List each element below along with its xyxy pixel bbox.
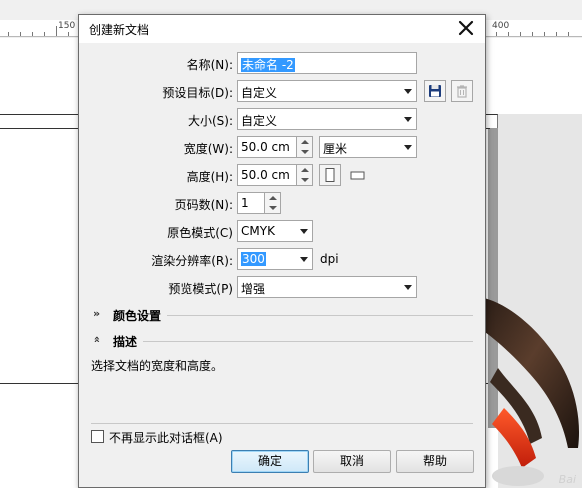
pages-spinner[interactable] (264, 192, 281, 214)
color-mode-label: 原色模式(C) (167, 226, 233, 240)
row-preset: 预设目标(D): 自定义 (79, 80, 485, 102)
pages-label: 页码数(N): (174, 198, 233, 212)
section-divider (167, 315, 473, 316)
chevron-down-icon (404, 89, 412, 94)
watermark-text: Bai (558, 473, 576, 486)
chevron-down-icon (404, 285, 412, 290)
ok-button[interactable]: 确定 (231, 450, 309, 473)
landscape-button[interactable] (347, 164, 369, 186)
height-label: 高度(H): (186, 170, 233, 184)
width-input[interactable]: 50.0 cm (237, 136, 297, 158)
name-label: 名称(N): (186, 58, 233, 72)
expand-chevron-icon: » (93, 307, 101, 320)
portrait-button[interactable] (319, 164, 341, 186)
preset-dropdown[interactable]: 自定义 (237, 80, 417, 102)
width-label: 宽度(W): (183, 142, 233, 156)
row-preview-mode: 预览模式(P) 增强 (79, 276, 485, 298)
delete-preset-button[interactable] (451, 80, 473, 102)
height-spinner[interactable] (296, 164, 313, 186)
collapse-chevron-icon: » (90, 335, 104, 344)
resolution-label: 渲染分辨率(R): (151, 254, 233, 268)
chevron-down-icon (300, 229, 308, 234)
row-color-mode: 原色模式(C) CMYK (79, 220, 485, 242)
description-text: 选择文档的宽度和高度。 (91, 359, 224, 373)
name-input[interactable]: 未命名 -2 (237, 52, 417, 74)
row-resolution: 渲染分辨率(R): 300 dpi (79, 248, 485, 270)
bottom-divider (91, 423, 473, 424)
size-value: 自定义 (241, 114, 278, 128)
preset-label: 预设目标(D): (162, 86, 233, 100)
save-preset-button[interactable] (424, 80, 446, 102)
size-dropdown[interactable]: 自定义 (237, 108, 417, 130)
close-icon (458, 20, 474, 36)
spin-up-icon (301, 140, 309, 144)
hairdryer-image (482, 298, 580, 486)
width-spinner[interactable] (296, 136, 313, 158)
color-settings-title: 颜色设置 (113, 309, 162, 323)
spin-up-icon (269, 196, 277, 200)
landscape-page-icon (350, 171, 365, 180)
unit-value: 厘米 (323, 142, 348, 156)
dont-show-checkbox[interactable] (91, 430, 104, 443)
dialog-title: 创建新文档 (89, 23, 150, 37)
ruler-label-400: 400 (492, 21, 510, 31)
chevron-down-icon (300, 257, 308, 262)
dont-show-label: 不再显示此对话框(A) (109, 431, 223, 445)
preview-mode-label: 预览模式(P) (168, 282, 233, 296)
pages-value: 1 (241, 196, 249, 210)
chevron-down-icon (404, 117, 412, 122)
pages-input[interactable]: 1 (237, 192, 265, 214)
preview-mode-dropdown[interactable]: 增强 (237, 276, 417, 298)
width-value: 50.0 cm (241, 140, 290, 154)
preset-value: 自定义 (241, 86, 278, 100)
ruler-label-150: 150 (58, 21, 76, 31)
resolution-unit: dpi (320, 252, 339, 266)
cancel-button[interactable]: 取消 (313, 450, 391, 473)
preview-mode-value: 增强 (241, 282, 266, 296)
trash-icon (457, 85, 467, 98)
floppy-disk-icon (429, 85, 441, 97)
spin-down-icon (269, 206, 277, 210)
resolution-combobox[interactable]: 300 (237, 248, 313, 270)
help-button[interactable]: 帮助 (396, 450, 474, 473)
portrait-page-icon (325, 168, 335, 182)
size-label: 大小(S): (187, 114, 233, 128)
color-mode-value: CMYK (241, 224, 275, 238)
name-value: 未命名 -2 (241, 58, 295, 72)
color-settings-section[interactable]: » 颜色设置 (93, 307, 473, 323)
description-title: 描述 (113, 335, 138, 349)
close-button[interactable] (455, 17, 477, 39)
section-divider (143, 341, 473, 342)
color-mode-dropdown[interactable]: CMYK (237, 220, 313, 242)
spin-up-icon (301, 168, 309, 172)
spin-down-icon (301, 178, 309, 182)
unit-dropdown[interactable]: 厘米 (319, 136, 417, 158)
height-input[interactable]: 50.0 cm (237, 164, 297, 186)
resolution-value: 300 (241, 252, 266, 266)
row-name: 名称(N): 未命名 -2 (79, 52, 485, 74)
description-section[interactable]: » 描述 (90, 333, 473, 349)
row-height: 高度(H): 50.0 cm (79, 164, 485, 186)
spin-down-icon (301, 150, 309, 154)
height-value: 50.0 cm (241, 168, 290, 182)
dialog-titlebar[interactable]: 创建新文档 (79, 15, 485, 43)
row-width: 宽度(W): 50.0 cm 厘米 (79, 136, 485, 158)
row-size: 大小(S): 自定义 (79, 108, 485, 130)
row-pages: 页码数(N): 1 (79, 192, 485, 214)
chevron-down-icon (404, 145, 412, 150)
create-new-document-dialog: 创建新文档 名称(N): 未命名 -2 预设目标(D): 自定义 大小(S): … (78, 14, 486, 488)
